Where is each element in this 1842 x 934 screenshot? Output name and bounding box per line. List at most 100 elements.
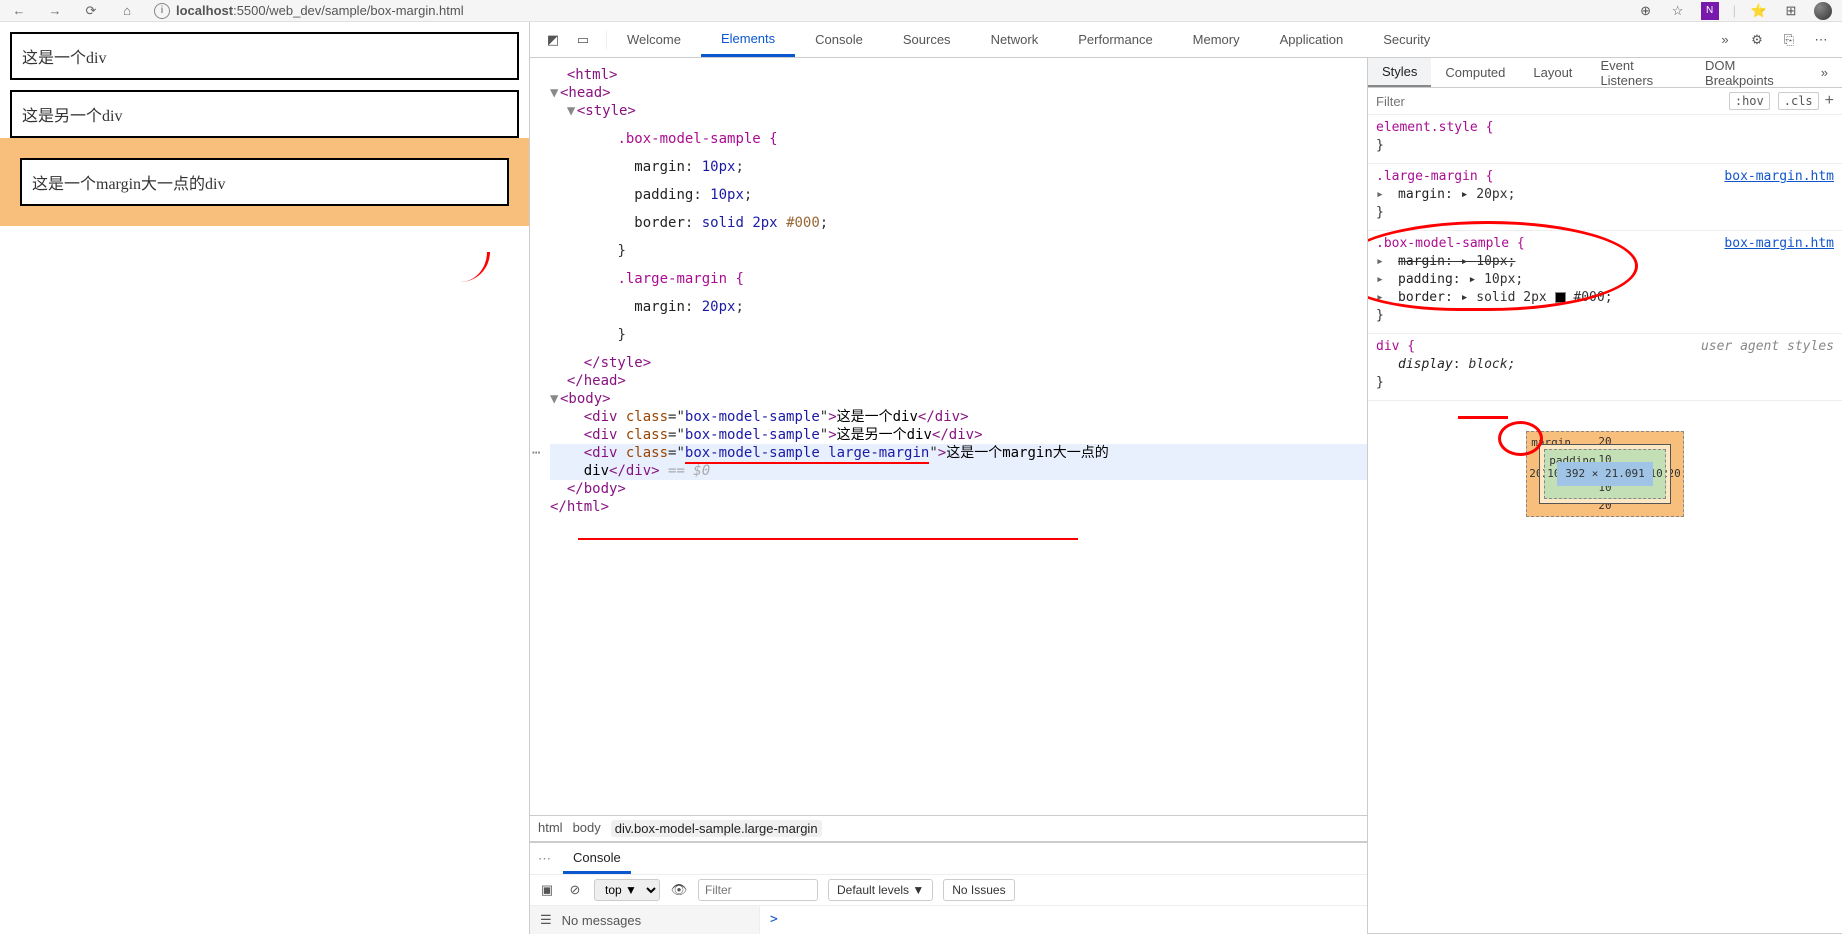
dom-node[interactable]: <head> bbox=[560, 85, 611, 101]
tab-memory[interactable]: Memory bbox=[1173, 22, 1260, 57]
hov-toggle[interactable]: :hov bbox=[1729, 92, 1770, 110]
drawer-tab-console[interactable]: Console bbox=[563, 843, 631, 874]
more-tabs-icon[interactable]: » bbox=[1716, 31, 1734, 49]
home-button[interactable]: ⌂ bbox=[118, 2, 136, 20]
rule-large-margin[interactable]: box-margin.htm .large-margin { ▸margin: … bbox=[1368, 164, 1842, 231]
annotation-mark bbox=[1458, 416, 1508, 419]
context-select[interactable]: top ▼ bbox=[594, 879, 660, 901]
margin-highlight: 这是一个margin大一点的div bbox=[0, 138, 529, 226]
menu-icon: ☰ bbox=[540, 912, 552, 928]
sidebar-toggle-icon[interactable]: ▣ bbox=[538, 881, 556, 899]
rule-selector: element.style { bbox=[1376, 120, 1493, 135]
url-port: :5500 bbox=[233, 3, 266, 18]
page-viewport: 这是一个div 这是另一个div 这是一个margin大一点的div bbox=[0, 22, 530, 934]
cls-toggle[interactable]: .cls bbox=[1778, 92, 1819, 110]
rule-element-style[interactable]: element.style { } bbox=[1368, 115, 1842, 164]
kebab-icon[interactable]: ⋯ bbox=[1812, 31, 1830, 49]
tab-sources[interactable]: Sources bbox=[883, 22, 971, 57]
rule-selector: .large-margin { bbox=[1376, 169, 1493, 184]
devtools-tabs: ◩ ▭ Welcome Elements Console Sources Net… bbox=[530, 22, 1842, 58]
rule-div-ua[interactable]: user agent styles div { display: block; … bbox=[1368, 334, 1842, 401]
dom-node[interactable]: </head> bbox=[567, 373, 626, 389]
address-bar[interactable]: i localhost:5500/web_dev/sample/box-marg… bbox=[154, 3, 1619, 19]
favorites-bar-icon[interactable]: ⭐ bbox=[1750, 2, 1768, 20]
content-size: 392 × 21.091 bbox=[1557, 462, 1652, 486]
more-styles-tabs-icon[interactable]: » bbox=[1807, 58, 1842, 87]
dom-node[interactable]: </html> bbox=[550, 499, 609, 515]
no-messages-label: No messages bbox=[562, 913, 641, 928]
settings-icon[interactable]: ⚙ bbox=[1748, 31, 1766, 49]
rule-selector: div { bbox=[1376, 339, 1415, 354]
console-filter-input[interactable] bbox=[698, 879, 818, 901]
clear-console-icon[interactable]: ⊘ bbox=[566, 881, 584, 899]
brace-close: } bbox=[617, 243, 625, 259]
tab-styles[interactable]: Styles bbox=[1368, 58, 1431, 87]
back-button[interactable]: ← bbox=[10, 2, 28, 20]
url-host: localhost bbox=[176, 3, 233, 18]
tab-welcome[interactable]: Welcome bbox=[607, 22, 701, 57]
browser-toolbar: ← → ⟳ ⌂ i localhost:5500/web_dev/sample/… bbox=[0, 0, 1842, 22]
ellipsis-icon[interactable]: ⋯ bbox=[532, 444, 540, 462]
tab-computed[interactable]: Computed bbox=[1431, 58, 1519, 87]
console-prompt[interactable]: > bbox=[760, 906, 1367, 934]
forward-button[interactable]: → bbox=[46, 2, 64, 20]
breadcrumb-body[interactable]: body bbox=[573, 820, 601, 837]
dom-node[interactable]: </style> bbox=[584, 355, 651, 371]
tab-elements[interactable]: Elements bbox=[701, 22, 795, 57]
dom-node-selected[interactable]: ⋯ <div class="box-model-sample large-mar… bbox=[550, 444, 1367, 480]
device-toggle-icon[interactable]: ▭ bbox=[574, 31, 592, 49]
css-rule: .box-model-sample { bbox=[617, 131, 777, 147]
css-rule: .large-margin { bbox=[617, 271, 743, 287]
breadcrumb-html[interactable]: html bbox=[538, 820, 563, 837]
rule-source-link[interactable]: box-margin.htm bbox=[1724, 235, 1834, 253]
live-expression-icon[interactable]: 👁 bbox=[670, 881, 688, 899]
tab-console[interactable]: Console bbox=[795, 22, 883, 57]
onenote-icon[interactable]: N bbox=[1701, 2, 1719, 20]
breadcrumb-selected[interactable]: div.box-model-sample.large-margin bbox=[611, 820, 822, 837]
user-agent-label: user agent styles bbox=[1701, 338, 1834, 356]
annotation-mark bbox=[450, 252, 490, 282]
console-drawer: ⋯ Console ▣ ⊘ top ▼ 👁 Default levels ▼ N… bbox=[530, 841, 1367, 934]
annotation-mark bbox=[1498, 421, 1543, 456]
drawer-menu-icon[interactable]: ⋯ bbox=[538, 851, 551, 867]
tab-layout[interactable]: Layout bbox=[1519, 58, 1586, 87]
customize-icon[interactable]: ⎘ bbox=[1780, 31, 1798, 49]
tab-dom-breakpoints[interactable]: DOM Breakpoints bbox=[1691, 58, 1807, 87]
new-style-rule-button[interactable]: + bbox=[1825, 92, 1834, 110]
tab-security[interactable]: Security bbox=[1363, 22, 1450, 57]
box-model-diagram: margin 20 20 20 20 border 2 2 bbox=[1368, 401, 1842, 527]
sample-div-2: 这是另一个div bbox=[10, 90, 519, 138]
devtools: ◩ ▭ Welcome Elements Console Sources Net… bbox=[530, 22, 1842, 934]
info-icon: i bbox=[154, 3, 170, 19]
brace-close: } bbox=[617, 327, 625, 343]
dom-node[interactable]: <body> bbox=[560, 391, 611, 407]
console-sidebar[interactable]: ☰ No messages bbox=[530, 906, 760, 934]
tab-event-listeners[interactable]: Event Listeners bbox=[1586, 58, 1691, 87]
issues-button[interactable]: No Issues bbox=[943, 879, 1014, 901]
favorite-icon[interactable]: ☆ bbox=[1669, 2, 1687, 20]
collections-icon[interactable]: ⊞ bbox=[1782, 2, 1800, 20]
dom-node[interactable]: <style> bbox=[577, 103, 636, 119]
dom-node[interactable]: </body> bbox=[567, 481, 626, 497]
rule-source-link[interactable]: box-margin.htm bbox=[1724, 168, 1834, 186]
rule-selector: .box-model-sample { bbox=[1376, 236, 1525, 251]
annotation-mark bbox=[578, 538, 1078, 540]
url-path: /web_dev/sample/box-margin.html bbox=[266, 3, 464, 18]
zoom-icon[interactable]: ⊕ bbox=[1637, 2, 1655, 20]
elements-panel: <html> ▼<head> ▼<style> .box-model-sampl… bbox=[530, 58, 1368, 934]
dom-node[interactable]: <html> bbox=[567, 67, 618, 83]
rule-box-model-sample[interactable]: box-margin.htm .box-model-sample { ▸marg… bbox=[1368, 231, 1842, 334]
inspect-icon[interactable]: ◩ bbox=[544, 31, 562, 49]
tab-performance[interactable]: Performance bbox=[1058, 22, 1172, 57]
tab-network[interactable]: Network bbox=[971, 22, 1059, 57]
profile-avatar[interactable] bbox=[1814, 2, 1832, 20]
styles-filter-input[interactable] bbox=[1376, 94, 1729, 109]
tab-application[interactable]: Application bbox=[1260, 22, 1364, 57]
breadcrumb[interactable]: html body div.box-model-sample.large-mar… bbox=[530, 815, 1367, 841]
styles-panel: Styles Computed Layout Event Listeners D… bbox=[1368, 58, 1842, 934]
color-swatch[interactable] bbox=[1555, 292, 1566, 303]
dom-tree[interactable]: <html> ▼<head> ▼<style> .box-model-sampl… bbox=[530, 58, 1367, 815]
reload-button[interactable]: ⟳ bbox=[82, 2, 100, 20]
log-levels-select[interactable]: Default levels ▼ bbox=[828, 879, 933, 901]
sample-div-1: 这是一个div bbox=[10, 32, 519, 80]
